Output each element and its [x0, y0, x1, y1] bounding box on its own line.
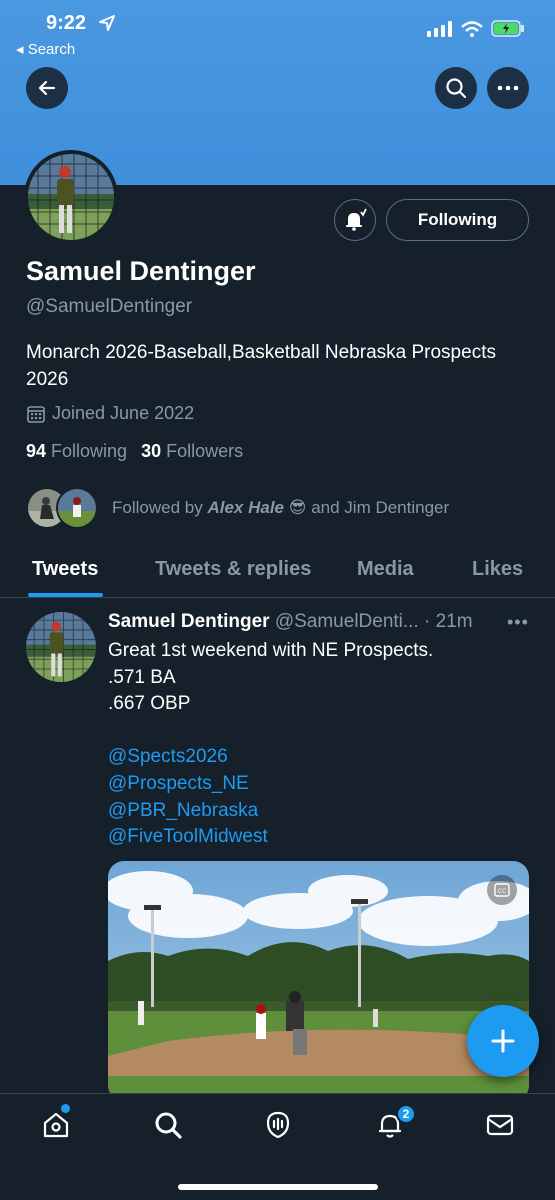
status-time: 9:22: [46, 12, 87, 34]
tweet-line: [108, 718, 528, 745]
notification-badge: 2: [396, 1104, 416, 1124]
svg-text:CC: CC: [498, 888, 506, 895]
following-button[interactable]: Following: [386, 199, 529, 241]
profile-avatar[interactable]: [24, 150, 118, 244]
tab-likes[interactable]: Likes: [472, 558, 523, 581]
cc-icon: CC: [494, 883, 510, 897]
back-arrow-icon: [38, 80, 56, 96]
followed-by[interactable]: Followed by Alex Hale 😎 and Jim Dentinge…: [26, 487, 449, 529]
status-indicators: [427, 20, 525, 37]
followers-count: 30: [141, 441, 162, 461]
following-count: 94: [26, 441, 47, 461]
tweet-body: Great 1st weekend with NE Prospects. .57…: [108, 638, 528, 851]
tab-media[interactable]: Media: [357, 558, 414, 581]
profile-tabs: Tweets Tweets & replies Media Likes: [0, 548, 555, 598]
tweet-avatar-photo: [26, 612, 96, 682]
status-back-search[interactable]: ◂ Search: [16, 40, 75, 58]
location-icon: [99, 15, 115, 31]
follower-avatar-2: [56, 487, 98, 529]
mention-link[interactable]: @PBR_Nebraska: [108, 798, 528, 825]
profile-name: Samuel Dentinger: [26, 256, 256, 286]
home-indicator: [178, 1184, 378, 1190]
spaces-icon[interactable]: [263, 1110, 293, 1140]
followers-label: Followers: [166, 441, 244, 461]
active-tab-indicator: [28, 593, 103, 597]
tweet-header: Samuel Dentinger @SamuelDenti... · 21m: [108, 611, 528, 633]
calendar-icon: [27, 405, 45, 423]
search-button[interactable]: [435, 67, 477, 109]
more-icon: [497, 85, 519, 91]
following-stat[interactable]: 94 Following: [26, 441, 127, 462]
mail-icon[interactable]: [485, 1110, 515, 1140]
profile-bio: Monarch 2026-Baseball,Basketball Nebrask…: [26, 342, 496, 390]
wifi-icon: [461, 20, 483, 37]
followed-by-text: Followed by Alex Hale 😎 and Jim Dentinge…: [112, 498, 449, 518]
home-icon[interactable]: [41, 1110, 71, 1140]
sunglasses-emoji: 😎: [288, 498, 307, 517]
tab-tweets-replies[interactable]: Tweets & replies: [155, 558, 311, 581]
compose-tweet-button[interactable]: [467, 1005, 539, 1077]
followed-by-name: Alex Hale: [207, 498, 284, 517]
mention-link[interactable]: @Prospects_NE: [108, 771, 528, 798]
followed-by-prefix: Followed by: [112, 498, 203, 517]
plus-icon: [491, 1029, 515, 1053]
joined-text: Joined June 2022: [52, 403, 195, 423]
tweet-line: .667 OBP: [108, 693, 191, 715]
tweet-video[interactable]: CC: [108, 861, 529, 1101]
followed-by-suffix: and Jim Dentinger: [311, 498, 450, 517]
mention-link[interactable]: @Spects2026: [108, 744, 528, 771]
followers-stat[interactable]: 30 Followers: [141, 441, 243, 462]
closed-captions-button[interactable]: CC: [487, 875, 517, 905]
tweet-line: Great 1st weekend with NE Prospects.: [108, 640, 434, 661]
search-icon[interactable]: [153, 1110, 183, 1140]
video-thumbnail: [108, 861, 529, 1101]
more-options-button[interactable]: [487, 67, 529, 109]
joined-date: Joined June 2022: [26, 403, 194, 424]
notifications-toggle-button[interactable]: [334, 199, 376, 241]
follow-stats: 94 Following 30 Followers: [26, 441, 243, 462]
avatar-photo: [28, 154, 114, 240]
tweet-author-name[interactable]: Samuel Dentinger: [108, 611, 270, 632]
back-button[interactable]: [26, 67, 68, 109]
tweet-more-button[interactable]: •••: [507, 612, 529, 633]
mention-link[interactable]: @FiveToolMidwest: [108, 824, 528, 851]
search-icon: [446, 78, 467, 99]
tweet-meta: @SamuelDenti... · 21m: [274, 611, 473, 632]
tab-tweets[interactable]: Tweets: [32, 558, 98, 581]
bell-notify-icon: [346, 208, 367, 231]
following-label: Following: [51, 441, 128, 461]
profile-handle: @SamuelDentinger: [26, 296, 193, 317]
tweet-avatar[interactable]: [26, 612, 96, 682]
tweet-line: .571 BA: [108, 666, 176, 688]
home-new-content-dot: [61, 1104, 70, 1113]
cellular-icon: [427, 20, 452, 37]
battery-icon: [491, 20, 524, 37]
